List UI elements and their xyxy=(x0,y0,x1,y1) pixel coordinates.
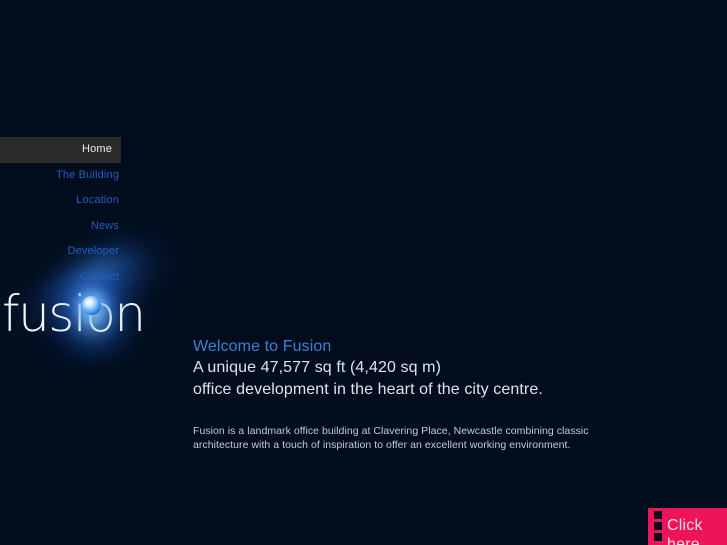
logo-orb-icon xyxy=(82,296,101,315)
intro-paragraph-line-2: architecture with a touch of inspiration… xyxy=(193,438,571,451)
sidebar-item-location[interactable]: Location xyxy=(0,188,128,214)
sidebar-item-label: Developer xyxy=(67,245,119,257)
page-root: Home The Building Location News Develope… xyxy=(0,0,727,545)
site-logo[interactable]: fusion xyxy=(0,288,146,344)
headline-description-line: office development in the heart of the c… xyxy=(193,380,543,398)
sidebar-item-label: News xyxy=(90,219,119,232)
filmstrip-perforation-icon xyxy=(654,522,662,530)
click-banner-sublabel: here xyxy=(667,536,700,545)
welcome-heading-block: Welcome to Fusion A unique 47,577 sq ft … xyxy=(193,336,663,400)
sidebar-item-label: Location xyxy=(76,194,119,206)
sidebar-item-label: Home xyxy=(82,143,112,155)
sidebar: Home The Building Location News Develope… xyxy=(0,0,146,545)
intro-paragraph-line-1: Fusion is a landmark office building at … xyxy=(193,425,589,437)
site-logo-text: fusion xyxy=(2,285,146,343)
sidebar-item-label: Contact xyxy=(80,270,119,283)
sidebar-item-home[interactable]: Home xyxy=(0,137,121,163)
page-title: Welcome to Fusion xyxy=(193,338,332,355)
filmstrip-perforation-icon xyxy=(654,511,662,519)
filmstrip-perforation-icon xyxy=(654,533,662,541)
click-banner-label: Click xyxy=(667,517,703,534)
click-here-banner[interactable]: Click here xyxy=(648,508,727,545)
main-navigation: Home The Building Location News Develope… xyxy=(0,137,128,290)
sidebar-item-the-building[interactable]: The Building xyxy=(0,163,128,189)
headline-size-line: A unique 47,577 sq ft (4,420 sq m) xyxy=(193,359,442,376)
sidebar-item-news[interactable]: News xyxy=(0,214,128,240)
sidebar-item-label: The Building xyxy=(56,168,119,181)
sidebar-item-developer[interactable]: Developer xyxy=(0,239,128,265)
intro-paragraph: Fusion is a landmark office building at … xyxy=(193,425,618,452)
